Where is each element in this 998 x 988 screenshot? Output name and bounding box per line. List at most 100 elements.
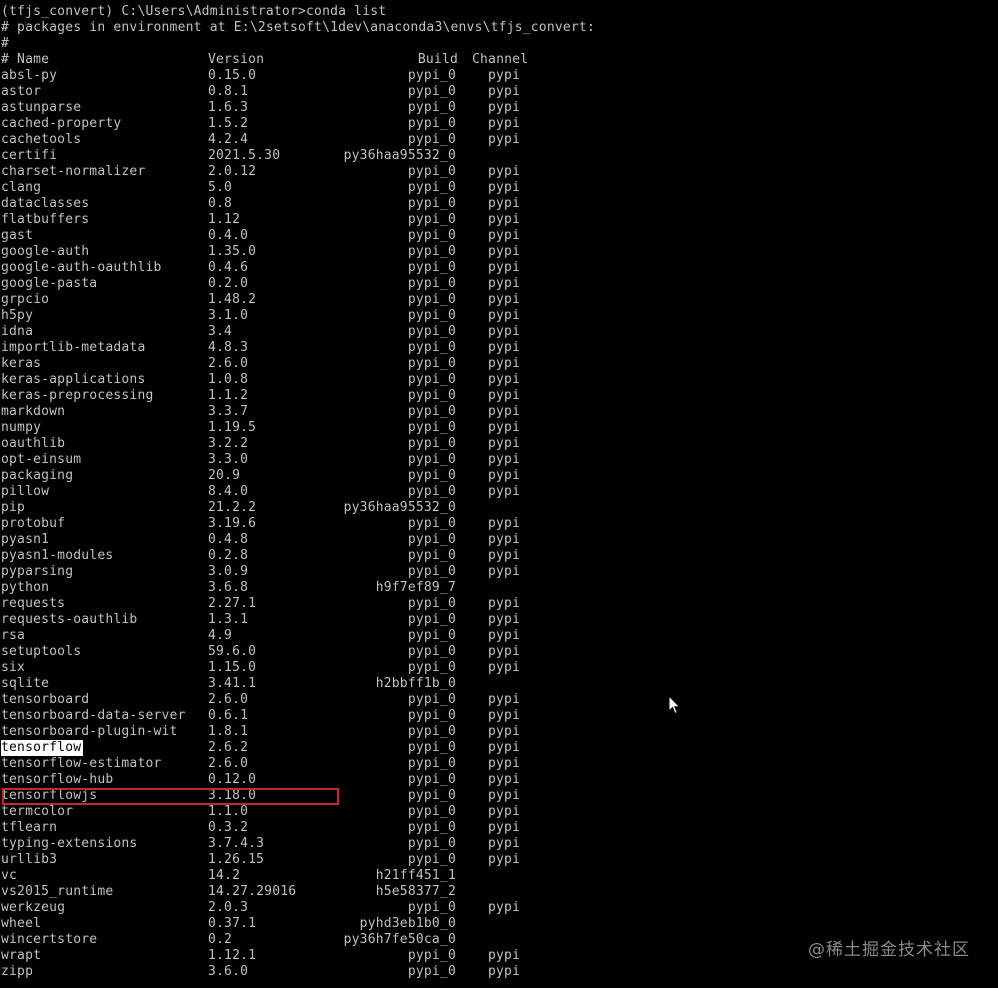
package-channel: pypi bbox=[488, 468, 521, 483]
table-row: keras-preprocessing 1.1.2 pypi_0 pypi bbox=[1, 388, 991, 404]
package-version: 3.3.0 bbox=[208, 452, 249, 467]
package-channel: pypi bbox=[488, 372, 521, 387]
package-name: google-pasta bbox=[1, 276, 98, 291]
package-channel: pypi bbox=[488, 548, 521, 563]
package-name: requests bbox=[1, 596, 66, 611]
package-name: google-auth bbox=[1, 244, 90, 259]
environment-path-line: # packages in environment at E:\2setsoft… bbox=[1, 20, 595, 35]
table-row: astor 0.8.1 pypi_0 pypi bbox=[1, 84, 991, 100]
package-version: 1.5.2 bbox=[208, 116, 249, 131]
package-version: 0.3.2 bbox=[208, 820, 249, 835]
table-row: tensorboard-data-server 0.6.1 pypi_0 pypi bbox=[1, 708, 991, 724]
package-version: 14.27.29016 bbox=[208, 884, 297, 899]
table-row: tensorflow 2.6.2 pypi_0 pypi bbox=[1, 740, 991, 756]
package-version: 21.2.2 bbox=[208, 500, 257, 515]
package-channel: pypi bbox=[488, 404, 521, 419]
package-name: oauthlib bbox=[1, 436, 66, 451]
package-name: tensorboard-data-server bbox=[1, 708, 186, 723]
header-name: # Name bbox=[1, 52, 50, 67]
package-build: h2bbff1b_0 bbox=[375, 676, 456, 691]
package-name: requests-oauthlib bbox=[1, 612, 138, 627]
package-channel: pypi bbox=[488, 804, 521, 819]
package-name: sqlite bbox=[1, 676, 50, 691]
table-row: google-auth-oauthlib 0.4.6 pypi_0 pypi bbox=[1, 260, 991, 276]
package-version: 3.3.7 bbox=[208, 404, 249, 419]
package-version: 2.6.2 bbox=[208, 740, 249, 755]
package-version: 1.0.8 bbox=[208, 372, 249, 387]
package-version: 3.7.4.3 bbox=[208, 836, 265, 851]
package-name: rsa bbox=[1, 628, 26, 643]
package-name: clang bbox=[1, 180, 42, 195]
package-name: wincertstore bbox=[1, 932, 98, 947]
package-channel: pypi bbox=[488, 132, 521, 147]
package-channel: pypi bbox=[488, 852, 521, 867]
package-build: pypi_0 bbox=[407, 852, 456, 867]
package-build: pypi_0 bbox=[407, 292, 456, 307]
table-row: oauthlib 3.2.2 pypi_0 pypi bbox=[1, 436, 991, 452]
table-row: zipp 3.6.0 pypi_0 pypi bbox=[1, 964, 991, 980]
package-name: pillow bbox=[1, 484, 50, 499]
package-channel: pypi bbox=[488, 724, 521, 739]
package-name: tflearn bbox=[1, 820, 58, 835]
package-name: pip bbox=[1, 500, 26, 515]
package-version: 0.4.6 bbox=[208, 260, 249, 275]
package-version: 1.1.0 bbox=[208, 804, 249, 819]
table-row: grpcio 1.48.2 pypi_0 pypi bbox=[1, 292, 991, 308]
package-name: absl-py bbox=[1, 68, 58, 83]
package-version: 0.12.0 bbox=[208, 772, 257, 787]
package-version: 14.2 bbox=[208, 868, 241, 883]
package-name: packaging bbox=[1, 468, 74, 483]
table-row: importlib-metadata 4.8.3 pypi_0 pypi bbox=[1, 340, 991, 356]
package-version: 59.6.0 bbox=[208, 644, 257, 659]
table-row: packaging 20.9 pypi_0 pypi bbox=[1, 468, 991, 484]
mouse-pointer-icon bbox=[668, 695, 681, 715]
package-build: pypi_0 bbox=[407, 692, 456, 707]
package-build: pypi_0 bbox=[407, 356, 456, 371]
package-name: numpy bbox=[1, 420, 42, 435]
table-row: keras-applications 1.0.8 pypi_0 pypi bbox=[1, 372, 991, 388]
package-build: pypi_0 bbox=[407, 372, 456, 387]
package-version: 20.9 bbox=[208, 468, 241, 483]
package-build: pypi_0 bbox=[407, 84, 456, 99]
package-build: pypi_0 bbox=[407, 436, 456, 451]
package-build: h5e58377_2 bbox=[375, 884, 456, 899]
package-version: 1.48.2 bbox=[208, 292, 257, 307]
package-build: pypi_0 bbox=[407, 612, 456, 627]
package-name: cachetools bbox=[1, 132, 82, 147]
table-row: flatbuffers 1.12 pypi_0 pypi bbox=[1, 212, 991, 228]
table-row: pyparsing 3.0.9 pypi_0 pypi bbox=[1, 564, 991, 580]
package-name: protobuf bbox=[1, 516, 66, 531]
package-build: pypi_0 bbox=[407, 100, 456, 115]
package-name: charset-normalizer bbox=[1, 164, 146, 179]
package-version: 2.6.0 bbox=[208, 756, 249, 771]
package-channel: pypi bbox=[488, 836, 521, 851]
package-name: h5py bbox=[1, 308, 34, 323]
package-channel: pypi bbox=[488, 484, 521, 499]
package-build: py36haa95532_0 bbox=[343, 500, 456, 515]
package-version: 2.27.1 bbox=[208, 596, 257, 611]
package-build: pypi_0 bbox=[407, 724, 456, 739]
package-channel: pypi bbox=[488, 84, 521, 99]
package-channel: pypi bbox=[488, 180, 521, 195]
package-version: 3.6.0 bbox=[208, 964, 249, 979]
package-name: keras-preprocessing bbox=[1, 388, 154, 403]
package-version: 0.4.0 bbox=[208, 228, 249, 243]
package-channel: pypi bbox=[488, 948, 521, 963]
table-row: gast 0.4.0 pypi_0 pypi bbox=[1, 228, 991, 244]
package-channel: pypi bbox=[488, 260, 521, 275]
package-name: python bbox=[1, 580, 50, 595]
package-channel: pypi bbox=[488, 116, 521, 131]
table-row: google-pasta 0.2.0 pypi_0 pypi bbox=[1, 276, 991, 292]
package-channel: pypi bbox=[488, 276, 521, 291]
package-build: pypi_0 bbox=[407, 804, 456, 819]
package-build: pypi_0 bbox=[407, 244, 456, 259]
table-row: charset-normalizer 2.0.12 pypi_0 pypi bbox=[1, 164, 991, 180]
package-channel: pypi bbox=[488, 660, 521, 675]
package-channel: pypi bbox=[488, 308, 521, 323]
package-build: pypi_0 bbox=[407, 324, 456, 339]
package-channel: pypi bbox=[488, 100, 521, 115]
package-version: 2.6.0 bbox=[208, 356, 249, 371]
package-build: pypi_0 bbox=[407, 196, 456, 211]
package-channel: pypi bbox=[488, 596, 521, 611]
package-version: 0.4.8 bbox=[208, 532, 249, 547]
